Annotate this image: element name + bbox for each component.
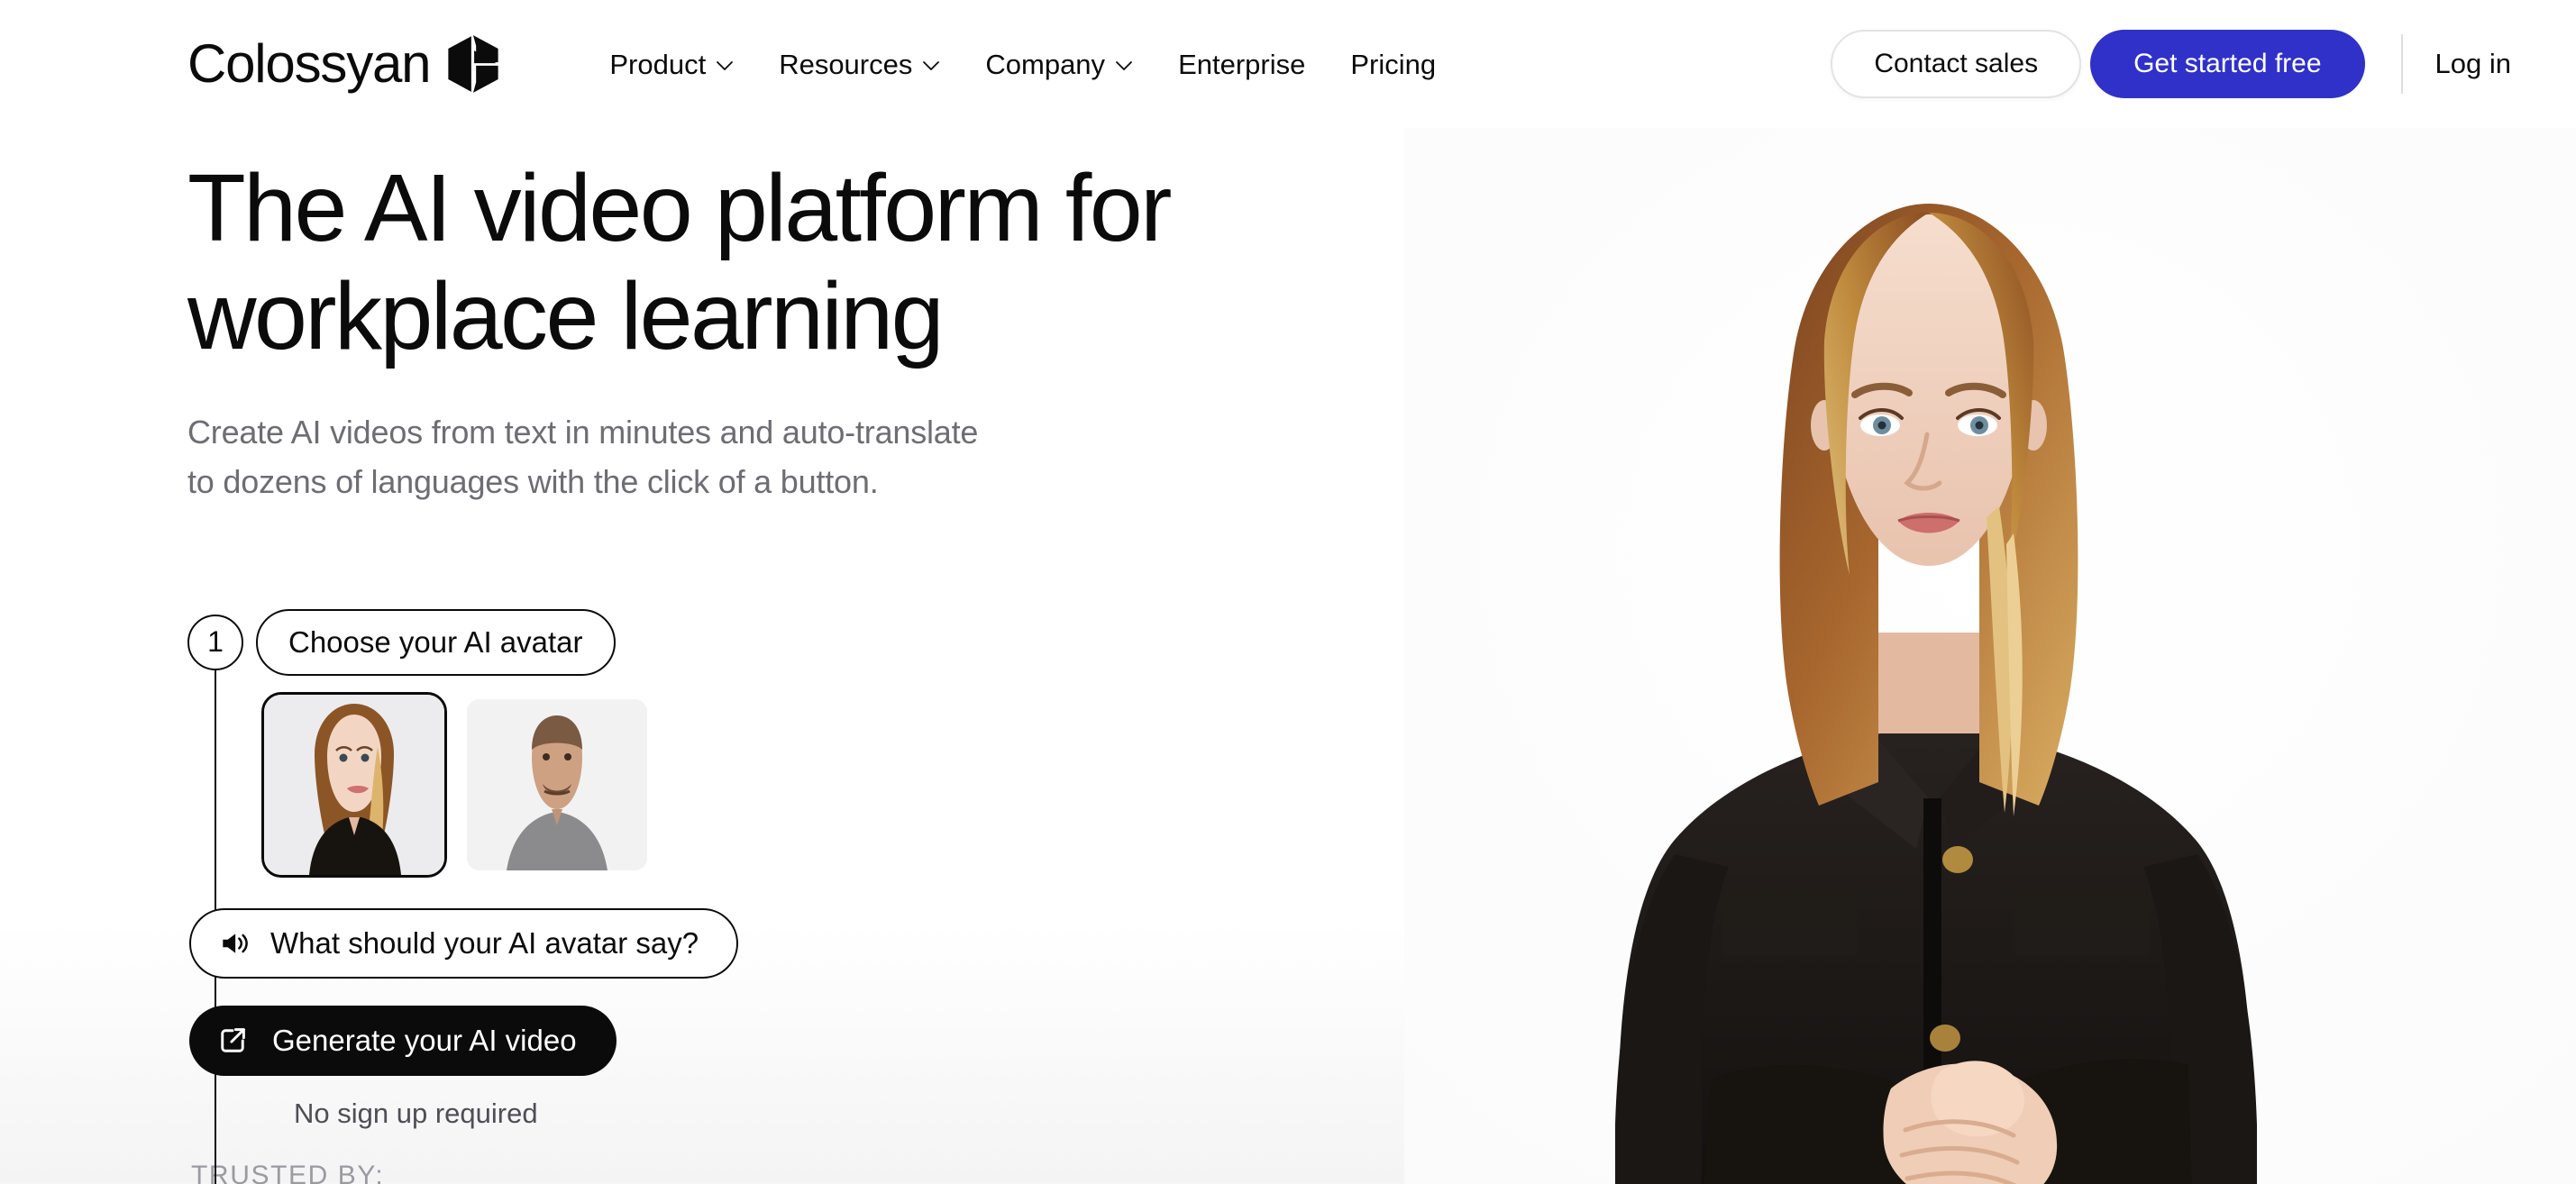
- avatar-option-2[interactable]: [467, 698, 647, 870]
- choose-avatar-label: Choose your AI avatar: [288, 625, 583, 659]
- step-number-badge: 1: [187, 614, 243, 670]
- log-in-link[interactable]: Log in: [2435, 48, 2511, 80]
- get-started-free-button[interactable]: Get started free: [2090, 30, 2365, 98]
- nav-item-resources[interactable]: Resources: [756, 41, 963, 87]
- nav-item-label: Enterprise: [1178, 48, 1306, 80]
- hero-section: The AI video platform for workplace lear…: [0, 128, 2576, 1184]
- chevron-down-icon: [716, 58, 734, 71]
- nav-item-product[interactable]: Product: [587, 41, 756, 87]
- contact-sales-button[interactable]: Contact sales: [1831, 30, 2082, 98]
- hexagon-play-icon: [443, 33, 504, 95]
- page-title: The AI video platform for workplace lear…: [187, 155, 1172, 369]
- nav-item-pricing[interactable]: Pricing: [1328, 41, 1458, 87]
- avatar-options: [261, 691, 1071, 878]
- ai-video-generator-widget: 1 Choose your AI avatar What should your…: [187, 609, 1071, 1184]
- main-navigation: Product Resources Company Enterprise Pri…: [587, 41, 1458, 87]
- avatar-script-row: What should your AI avatar say?: [187, 907, 1071, 979]
- chevron-down-icon: [1115, 58, 1133, 71]
- header-actions: Contact sales Get started free Log in: [1831, 30, 2511, 98]
- hero-subheading: Create AI videos from text in minutes an…: [187, 413, 979, 500]
- hero-copy: The AI video platform for workplace lear…: [187, 155, 1539, 506]
- avatar-script-label: What should your AI avatar say?: [270, 925, 699, 960]
- avatar-option-1[interactable]: [261, 691, 447, 878]
- choose-avatar-row: 1 Choose your AI avatar: [187, 609, 1071, 676]
- generate-video-button[interactable]: Generate your AI video: [189, 1005, 617, 1076]
- generate-video-row: Generate your AI video: [189, 1005, 1071, 1076]
- chevron-down-icon: [922, 58, 940, 71]
- nav-item-label: Company: [985, 48, 1106, 80]
- nav-item-label: Pricing: [1350, 48, 1437, 80]
- generate-video-label: Generate your AI video: [272, 1023, 577, 1057]
- nav-item-label: Resources: [779, 48, 913, 80]
- speaker-icon: [218, 928, 249, 959]
- brand-name: Colossyan: [187, 33, 432, 94]
- site-header: Colossyan Product Resources Company Ente…: [0, 0, 2576, 128]
- choose-avatar-button[interactable]: Choose your AI avatar: [256, 609, 616, 676]
- avatar-script-input[interactable]: What should your AI avatar say?: [189, 907, 739, 979]
- brand-logo[interactable]: Colossyan: [187, 33, 504, 95]
- nav-item-label: Product: [609, 48, 707, 80]
- ai-avatar-presenter-photo: [1404, 128, 2576, 1184]
- header-divider: [2400, 34, 2403, 94]
- nav-item-enterprise[interactable]: Enterprise: [1156, 41, 1328, 87]
- trusted-by-label: TRUSTED BY:: [191, 1160, 385, 1184]
- no-signup-note: No sign up required: [294, 1097, 538, 1129]
- nav-item-company[interactable]: Company: [963, 41, 1156, 87]
- external-link-icon: [216, 1025, 249, 1057]
